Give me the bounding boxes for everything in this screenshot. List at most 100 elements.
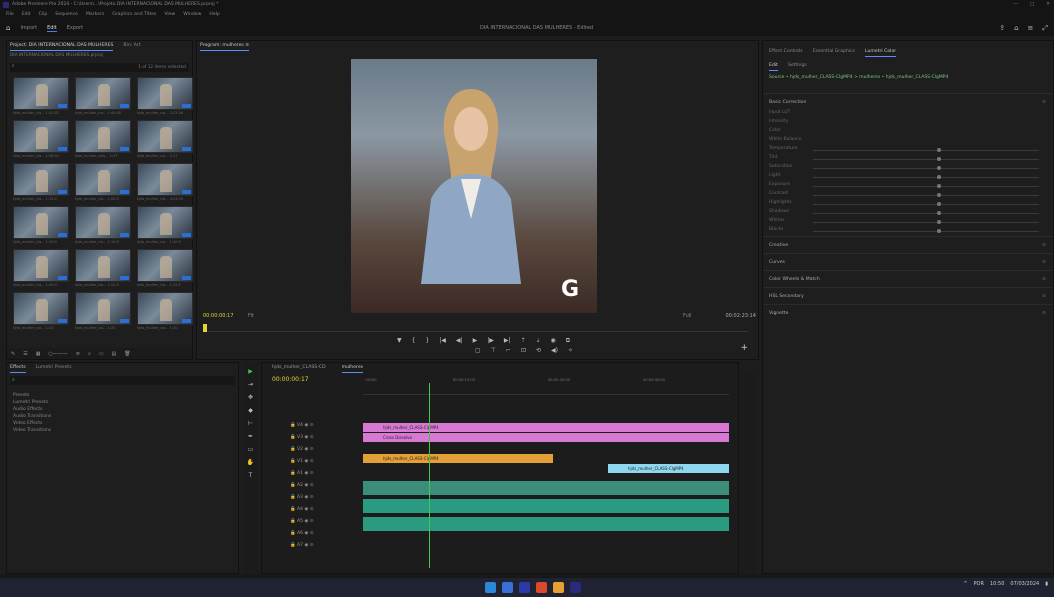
proxy-icon[interactable]: ⊡: [521, 347, 526, 354]
lumetri-row[interactable]: Input LUT: [763, 110, 1053, 119]
lumetri-row[interactable]: Highlights: [763, 200, 1053, 209]
lumetri-row[interactable]: Contrast: [763, 191, 1053, 200]
step-forward-icon[interactable]: |▶: [487, 337, 494, 345]
close-button[interactable]: ✕: [1046, 0, 1050, 10]
pencil-icon[interactable]: ✎: [11, 351, 15, 357]
selection-tool-icon[interactable]: ▶: [248, 368, 253, 375]
track-select-icon[interactable]: ⇥: [248, 381, 253, 388]
effects-item[interactable]: Video Transitions: [13, 427, 232, 434]
add-marker-icon[interactable]: ▼: [397, 337, 402, 345]
lift-icon[interactable]: ⇡: [520, 337, 525, 345]
safe-margins-icon[interactable]: ▢: [475, 347, 481, 354]
settings-icon[interactable]: ✧: [568, 347, 573, 354]
lumetri-row[interactable]: Tint: [763, 155, 1053, 164]
audio-clip[interactable]: [363, 517, 729, 531]
lumetri-row[interactable]: White Balance: [763, 137, 1053, 146]
rectangle-tool-icon[interactable]: ▭: [248, 446, 254, 453]
list-view-icon[interactable]: ☰: [23, 351, 27, 357]
step-back-icon[interactable]: ◀|: [456, 337, 463, 345]
comparison-icon[interactable]: ⧉: [566, 337, 570, 345]
notifications-icon[interactable]: ▮: [1045, 581, 1048, 587]
tab-edit[interactable]: Edit: [47, 25, 57, 32]
video-preview[interactable]: G: [351, 59, 597, 313]
section-curves[interactable]: Curves ⊘: [763, 253, 1053, 270]
lumetri-row[interactable]: Intensity: [763, 119, 1053, 128]
tab-effect-controls[interactable]: Effect Controls: [769, 47, 803, 57]
fullscreen-icon[interactable]: ⤢: [1042, 24, 1048, 33]
clock-date[interactable]: 07/03/2024: [1010, 581, 1039, 587]
menu-help[interactable]: Help: [209, 10, 219, 20]
tab-export[interactable]: Export: [67, 25, 83, 32]
track-header[interactable]: 🔒 A7 ◉ ⊙: [262, 543, 362, 552]
track-header[interactable]: 🔒 A6 ◉ ⊙: [262, 531, 362, 540]
menu-file[interactable]: File: [6, 10, 14, 20]
subtab-settings[interactable]: Settings: [788, 61, 807, 71]
effects-search[interactable]: ⌕: [10, 376, 235, 385]
clip-thumbnail[interactable]: hjds_mulher_cla... 2:17: [137, 120, 193, 158]
ripple-edit-icon[interactable]: ✥: [248, 394, 253, 401]
lumetri-row[interactable]: Exposure: [763, 182, 1053, 191]
track-header[interactable]: 🔒 V4 ◉ ⊙: [262, 423, 362, 432]
section-vignette[interactable]: Vignette ⊘: [763, 304, 1053, 321]
hand-tool-icon[interactable]: ✋: [247, 459, 254, 466]
tab-lumetri-color[interactable]: Lumetri Color: [865, 47, 897, 57]
effects-item[interactable]: Audio Effects: [13, 406, 232, 413]
playhead[interactable]: [203, 324, 207, 332]
clip-thumbnail[interactable]: hjds_mulher_cla... 1:20: [137, 292, 193, 330]
extract-icon[interactable]: ⇣: [536, 337, 541, 345]
subtab-edit[interactable]: Edit: [769, 61, 778, 71]
lumetri-row[interactable]: Saturation: [763, 164, 1053, 173]
clip-thumbnail[interactable]: hjds_mulher_cla... 1:10:9: [13, 206, 69, 244]
menu-clip[interactable]: Clip: [39, 10, 48, 20]
chrome-icon[interactable]: [536, 582, 547, 593]
clip-thumbnail[interactable]: hjds_mulher_cla... 1:00:3: [75, 163, 131, 201]
effects-item[interactable]: Lumetri Presets: [13, 399, 232, 406]
lumetri-row[interactable]: Light: [763, 173, 1053, 182]
workspaces-icon[interactable]: ≡: [1028, 24, 1034, 33]
track-header[interactable]: 🔒 V1 ◉ ⊙: [262, 459, 362, 468]
pen-tool-icon[interactable]: ✒: [248, 433, 253, 440]
program-scrubber[interactable]: [203, 324, 748, 332]
tab-project[interactable]: Project: DIA INTERNACIONAL DAS MULHERES: [10, 41, 114, 51]
clip-thumbnail[interactable]: hjds_mulher_clas... 2:37: [75, 120, 131, 158]
track-header[interactable]: 🔒 V2 ◉ ⊙: [262, 447, 362, 456]
timeline-ruler[interactable]: :00:00 00:00:15:00 00:00:30:00 00:00:45:…: [363, 375, 729, 395]
files-icon[interactable]: [502, 582, 513, 593]
clip-thumbnail[interactable]: hjds_mulher_cla... 1:10:9: [137, 206, 193, 244]
audio-icon[interactable]: ◀): [551, 347, 558, 354]
clip-thumbnail[interactable]: hjds_mulher_cla... 1:12:0: [13, 163, 69, 201]
zoom-slider[interactable]: ○———: [48, 351, 67, 357]
menu-sequence[interactable]: Sequence: [55, 10, 78, 20]
lumetri-row[interactable]: Whites: [763, 218, 1053, 227]
mark-in-icon[interactable]: {: [412, 337, 416, 345]
go-to-in-icon[interactable]: |◀: [439, 337, 446, 345]
new-item-icon[interactable]: ▤: [112, 351, 117, 357]
sort-icon[interactable]: ≡: [76, 351, 80, 357]
type-tool-icon[interactable]: T: [249, 472, 253, 479]
effects-item[interactable]: Presets: [13, 392, 232, 399]
menu-graphics[interactable]: Graphics and Titles: [112, 10, 156, 20]
resolution-select[interactable]: Full: [683, 313, 692, 319]
maximize-button[interactable]: □: [1030, 0, 1034, 10]
timeline-clip[interactable]: hjds_mulher_CLASS-ClgMP4: [363, 423, 729, 432]
effects-item[interactable]: Video Effects: [13, 420, 232, 427]
program-tab[interactable]: Program: mulheres ≡: [200, 41, 250, 51]
clip-thumbnail[interactable]: hjds_mulher_cla... 1:14:9: [75, 206, 131, 244]
menu-view[interactable]: View: [164, 10, 175, 20]
track-header[interactable]: 🔒 A4 ◉ ⊙: [262, 507, 362, 516]
menu-markers[interactable]: Markers: [86, 10, 104, 20]
lumetri-row[interactable]: Color: [763, 128, 1053, 137]
section-basic-correction[interactable]: Basic Correction ⊘: [763, 93, 1053, 110]
track-header[interactable]: 🔒 A3 ◉ ⊙: [262, 495, 362, 504]
clip-thumbnail[interactable]: hjds_mulher_cla... 3:22:26: [137, 77, 193, 115]
clock-time[interactable]: 10:50: [990, 581, 1004, 587]
section-creative[interactable]: Creative ⊘: [763, 236, 1053, 253]
tab-lumetri-presets[interactable]: Lumetri Presets: [36, 363, 72, 373]
timeline-playhead[interactable]: [429, 383, 430, 568]
premiere-taskbar-icon[interactable]: [570, 582, 581, 593]
track-header[interactable]: 🔒 V3 ◉ ⊙: [262, 435, 362, 444]
quick-export-icon[interactable]: ⇪: [999, 24, 1005, 33]
menu-window[interactable]: Window: [183, 10, 201, 20]
track-header[interactable]: 🔒 A5 ◉ ⊙: [262, 519, 362, 528]
tray-chevron-icon[interactable]: ^: [963, 581, 967, 587]
